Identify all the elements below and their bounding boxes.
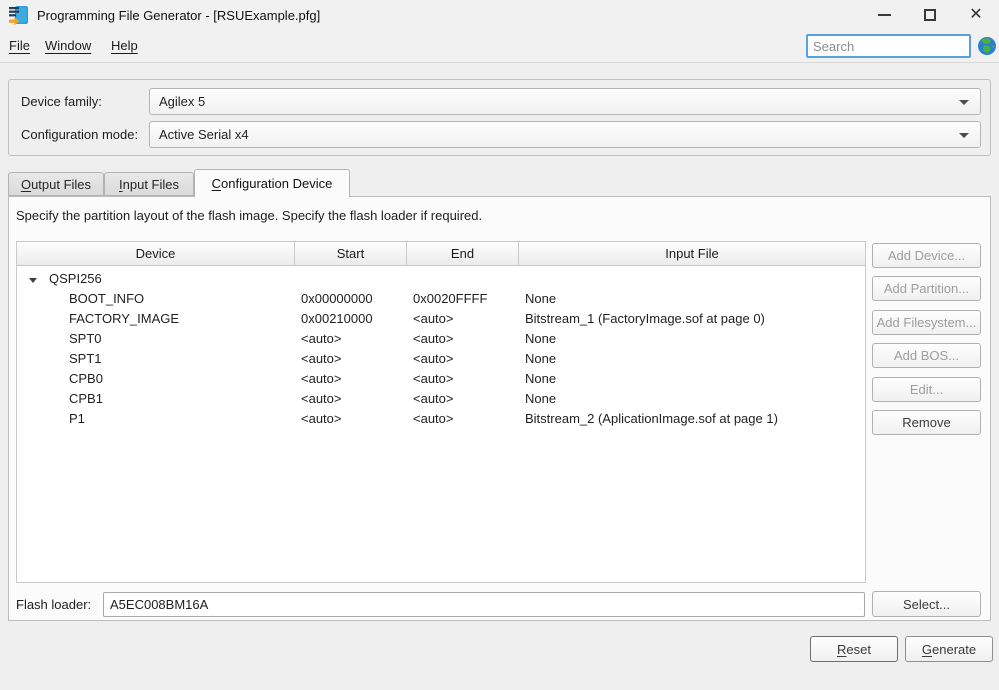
panel-description: Specify the partition layout of the flas… — [16, 208, 483, 223]
tab-output-files[interactable]: Output Files — [8, 172, 104, 196]
add-bos-button[interactable]: Add BOS... — [872, 343, 981, 368]
menu-window[interactable]: Window — [40, 35, 96, 56]
tab-input-files[interactable]: Input Files — [104, 172, 194, 196]
minimize-button[interactable] — [861, 0, 907, 30]
table-row-p1[interactable]: P1 <auto> <auto> Bitstream_2 (Aplication… — [17, 408, 865, 428]
table-row-boot-info[interactable]: BOOT_INFO 0x00000000 0x0020FFFF None — [17, 288, 865, 308]
column-header-input-file[interactable]: Input File — [519, 242, 865, 265]
close-icon: ✕ — [969, 6, 983, 23]
device-family-select[interactable]: Agilex 5 — [149, 88, 981, 115]
remove-button[interactable]: Remove — [872, 410, 981, 435]
edit-button[interactable]: Edit... — [872, 377, 981, 402]
menu-file[interactable]: File — [4, 35, 35, 56]
partition-table: Device Start End Input File QSPI256 BOOT… — [16, 241, 866, 583]
tree-expander-icon[interactable] — [29, 277, 37, 283]
add-device-button[interactable]: Add Device... — [872, 243, 981, 268]
table-row-spt0[interactable]: SPT0 <auto> <auto> None — [17, 328, 865, 348]
titlebar: Programming File Generator - [RSUExample… — [0, 0, 999, 30]
column-header-device[interactable]: Device — [17, 242, 295, 265]
generate-button[interactable]: Generate — [905, 636, 993, 662]
programming-file-generator-window: Programming File Generator - [RSUExample… — [0, 0, 999, 690]
column-header-start[interactable]: Start — [295, 242, 407, 265]
globe-icon[interactable] — [977, 36, 997, 56]
partition-table-header: Device Start End Input File — [17, 242, 865, 266]
device-settings-group: Device family: Agilex 5 Configuration mo… — [8, 79, 991, 156]
column-header-end[interactable]: End — [407, 242, 519, 265]
device-family-label: Device family: — [21, 94, 102, 109]
table-row-factory-image[interactable]: FACTORY_IMAGE 0x00210000 <auto> Bitstrea… — [17, 308, 865, 328]
add-filesystem-button[interactable]: Add Filesystem... — [872, 310, 981, 335]
menubar: File Window Help — [0, 30, 999, 63]
add-partition-button[interactable]: Add Partition... — [872, 276, 981, 301]
chevron-down-icon — [959, 133, 969, 138]
table-row-spt1[interactable]: SPT1 <auto> <auto> None — [17, 348, 865, 368]
reset-button[interactable]: Reset — [810, 636, 898, 662]
configuration-mode-value: Active Serial x4 — [159, 127, 249, 142]
app-icon — [8, 5, 30, 26]
table-row-qspi256[interactable]: QSPI256 — [17, 268, 865, 288]
maximize-icon — [924, 9, 936, 21]
chevron-down-icon — [959, 100, 969, 105]
menu-help[interactable]: Help — [106, 35, 143, 56]
tab-configuration-device[interactable]: Configuration Device — [194, 169, 350, 197]
partition-table-body: QSPI256 BOOT_INFO 0x00000000 0x0020FFFF … — [17, 266, 865, 428]
window-controls: ✕ — [861, 0, 999, 30]
window-title: Programming File Generator - [RSUExample… — [37, 7, 321, 23]
flash-loader-input[interactable] — [103, 592, 865, 617]
flash-loader-label: Flash loader: — [16, 596, 92, 612]
close-button[interactable]: ✕ — [953, 0, 999, 30]
table-row-cpb1[interactable]: CPB1 <auto> <auto> None — [17, 388, 865, 408]
device-family-value: Agilex 5 — [159, 94, 206, 109]
maximize-button[interactable] — [907, 0, 953, 30]
configuration-mode-select[interactable]: Active Serial x4 — [149, 121, 981, 148]
table-row-cpb0[interactable]: CPB0 <auto> <auto> None — [17, 368, 865, 388]
minimize-icon — [877, 14, 891, 16]
configuration-mode-label: Configuration mode: — [21, 127, 139, 142]
search-input[interactable] — [806, 34, 971, 58]
select-flash-loader-button[interactable]: Select... — [872, 591, 981, 617]
